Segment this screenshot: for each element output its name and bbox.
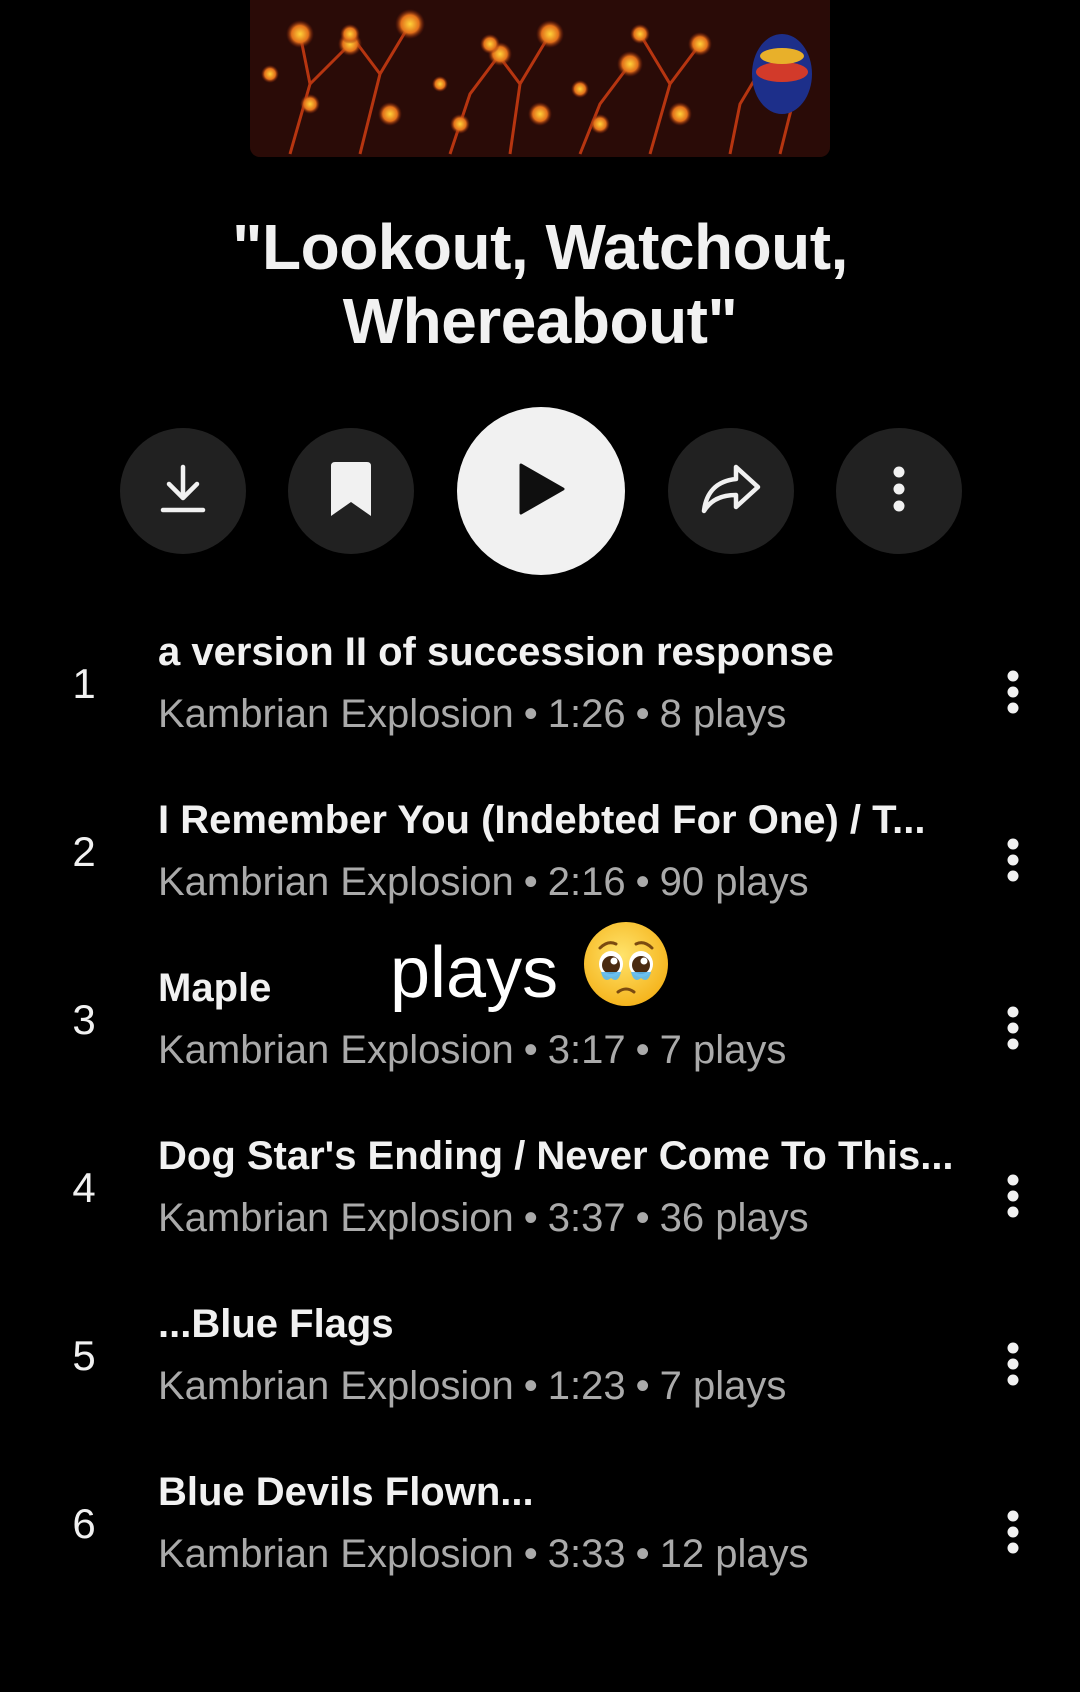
album-title-line-1: "Lookout, Watchout, (232, 211, 848, 283)
more-vertical-icon (1007, 838, 1019, 882)
track-more-button[interactable] (990, 993, 1036, 1063)
overlay-caption: plays (390, 920, 670, 1025)
track-number: 3 (72, 996, 96, 1043)
share-icon (700, 463, 762, 520)
track-more-button[interactable] (990, 825, 1036, 895)
track-title: Maple (158, 966, 272, 1010)
track-number: 1 (72, 660, 96, 707)
track-artist: Kambrian Explosion (158, 1196, 514, 1240)
track-number: 2 (72, 828, 96, 875)
track-row[interactable]: 1 a version II of succession response Ka… (0, 612, 1080, 762)
separator-dot: • (635, 1364, 650, 1408)
track-title: ...Blue Flags (158, 1302, 394, 1346)
overlay-caption-text: plays (390, 932, 559, 1013)
track-duration: 3:37 (547, 1196, 626, 1240)
pleading-face-emoji-icon (582, 920, 670, 1025)
track-meta: Kambrian Explosion • 3:33 • 12 plays (158, 1532, 809, 1577)
separator-dot: • (523, 1364, 538, 1408)
track-number: 4 (72, 1164, 96, 1211)
track-title: Blue Devils Flown... (158, 1470, 534, 1514)
track-artist: Kambrian Explosion (158, 1028, 514, 1072)
separator-dot: • (635, 1532, 650, 1576)
more-vertical-icon (1007, 1006, 1019, 1050)
track-plays: 8 plays (659, 692, 787, 736)
track-row[interactable]: 6 Blue Devils Flown... Kambrian Explosio… (0, 1452, 1080, 1602)
separator-dot: • (635, 1028, 650, 1072)
separator-dot: • (635, 692, 650, 736)
track-meta: Kambrian Explosion • 1:23 • 7 plays (158, 1364, 786, 1409)
track-row[interactable]: 2 I Remember You (Indebted For One) / T.… (0, 780, 1080, 930)
track-meta: Kambrian Explosion • 1:26 • 8 plays (158, 692, 786, 737)
track-artist: Kambrian Explosion (158, 860, 514, 904)
separator-dot: • (523, 1028, 538, 1072)
track-title: a version II of succession response (158, 630, 834, 674)
separator-dot: • (635, 860, 650, 904)
more-vertical-icon (1007, 1510, 1019, 1554)
more-vertical-icon (1007, 1342, 1019, 1386)
album-title: "Lookout, Watchout, Whereabout" (0, 210, 1080, 358)
track-artist: Kambrian Explosion (158, 692, 514, 736)
save-to-library-button[interactable] (288, 428, 414, 554)
download-button[interactable] (120, 428, 246, 554)
track-duration: 1:23 (547, 1364, 626, 1408)
track-plays: 7 plays (659, 1364, 787, 1408)
separator-dot: • (523, 692, 538, 736)
bookmark-icon (327, 460, 375, 523)
track-title: Dog Star's Ending / Never Come To This..… (158, 1134, 954, 1178)
track-row[interactable]: 5 ...Blue Flags Kambrian Explosion • 1:23 •… (0, 1284, 1080, 1434)
track-more-button[interactable] (990, 657, 1036, 727)
track-row[interactable]: 4 Dog Star's Ending / Never Come To This… (0, 1116, 1080, 1266)
album-title-line-2: Whereabout" (342, 285, 738, 357)
track-plays: 12 plays (659, 1532, 809, 1576)
more-options-button[interactable] (836, 428, 962, 554)
track-plays: 7 plays (659, 1028, 787, 1072)
track-more-button[interactable] (990, 1329, 1036, 1399)
more-vertical-icon (892, 466, 906, 517)
album-art (250, 0, 830, 157)
track-title: I Remember You (Indebted For One) / T... (158, 798, 926, 842)
track-more-button[interactable] (990, 1161, 1036, 1231)
track-plays: 90 plays (659, 860, 809, 904)
track-number: 5 (72, 1332, 96, 1379)
track-duration: 2:16 (547, 860, 626, 904)
separator-dot: • (635, 1196, 650, 1240)
separator-dot: • (523, 860, 538, 904)
track-meta: Kambrian Explosion • 3:37 • 36 plays (158, 1196, 809, 1241)
track-number: 6 (72, 1500, 96, 1547)
track-duration: 1:26 (547, 692, 626, 736)
track-duration: 3:17 (547, 1028, 626, 1072)
track-artist: Kambrian Explosion (158, 1364, 514, 1408)
separator-dot: • (523, 1196, 538, 1240)
track-more-button[interactable] (990, 1497, 1036, 1567)
track-plays: 36 plays (659, 1196, 809, 1240)
track-meta: Kambrian Explosion • 3:17 • 7 plays (158, 1028, 786, 1073)
play-icon (515, 461, 567, 522)
track-duration: 3:33 (547, 1532, 626, 1576)
more-vertical-icon (1007, 670, 1019, 714)
download-icon (160, 463, 206, 520)
track-meta: Kambrian Explosion • 2:16 • 90 plays (158, 860, 809, 905)
play-all-button[interactable] (457, 407, 625, 575)
more-vertical-icon (1007, 1174, 1019, 1218)
share-button[interactable] (668, 428, 794, 554)
separator-dot: • (523, 1532, 538, 1576)
track-artist: Kambrian Explosion (158, 1532, 514, 1576)
